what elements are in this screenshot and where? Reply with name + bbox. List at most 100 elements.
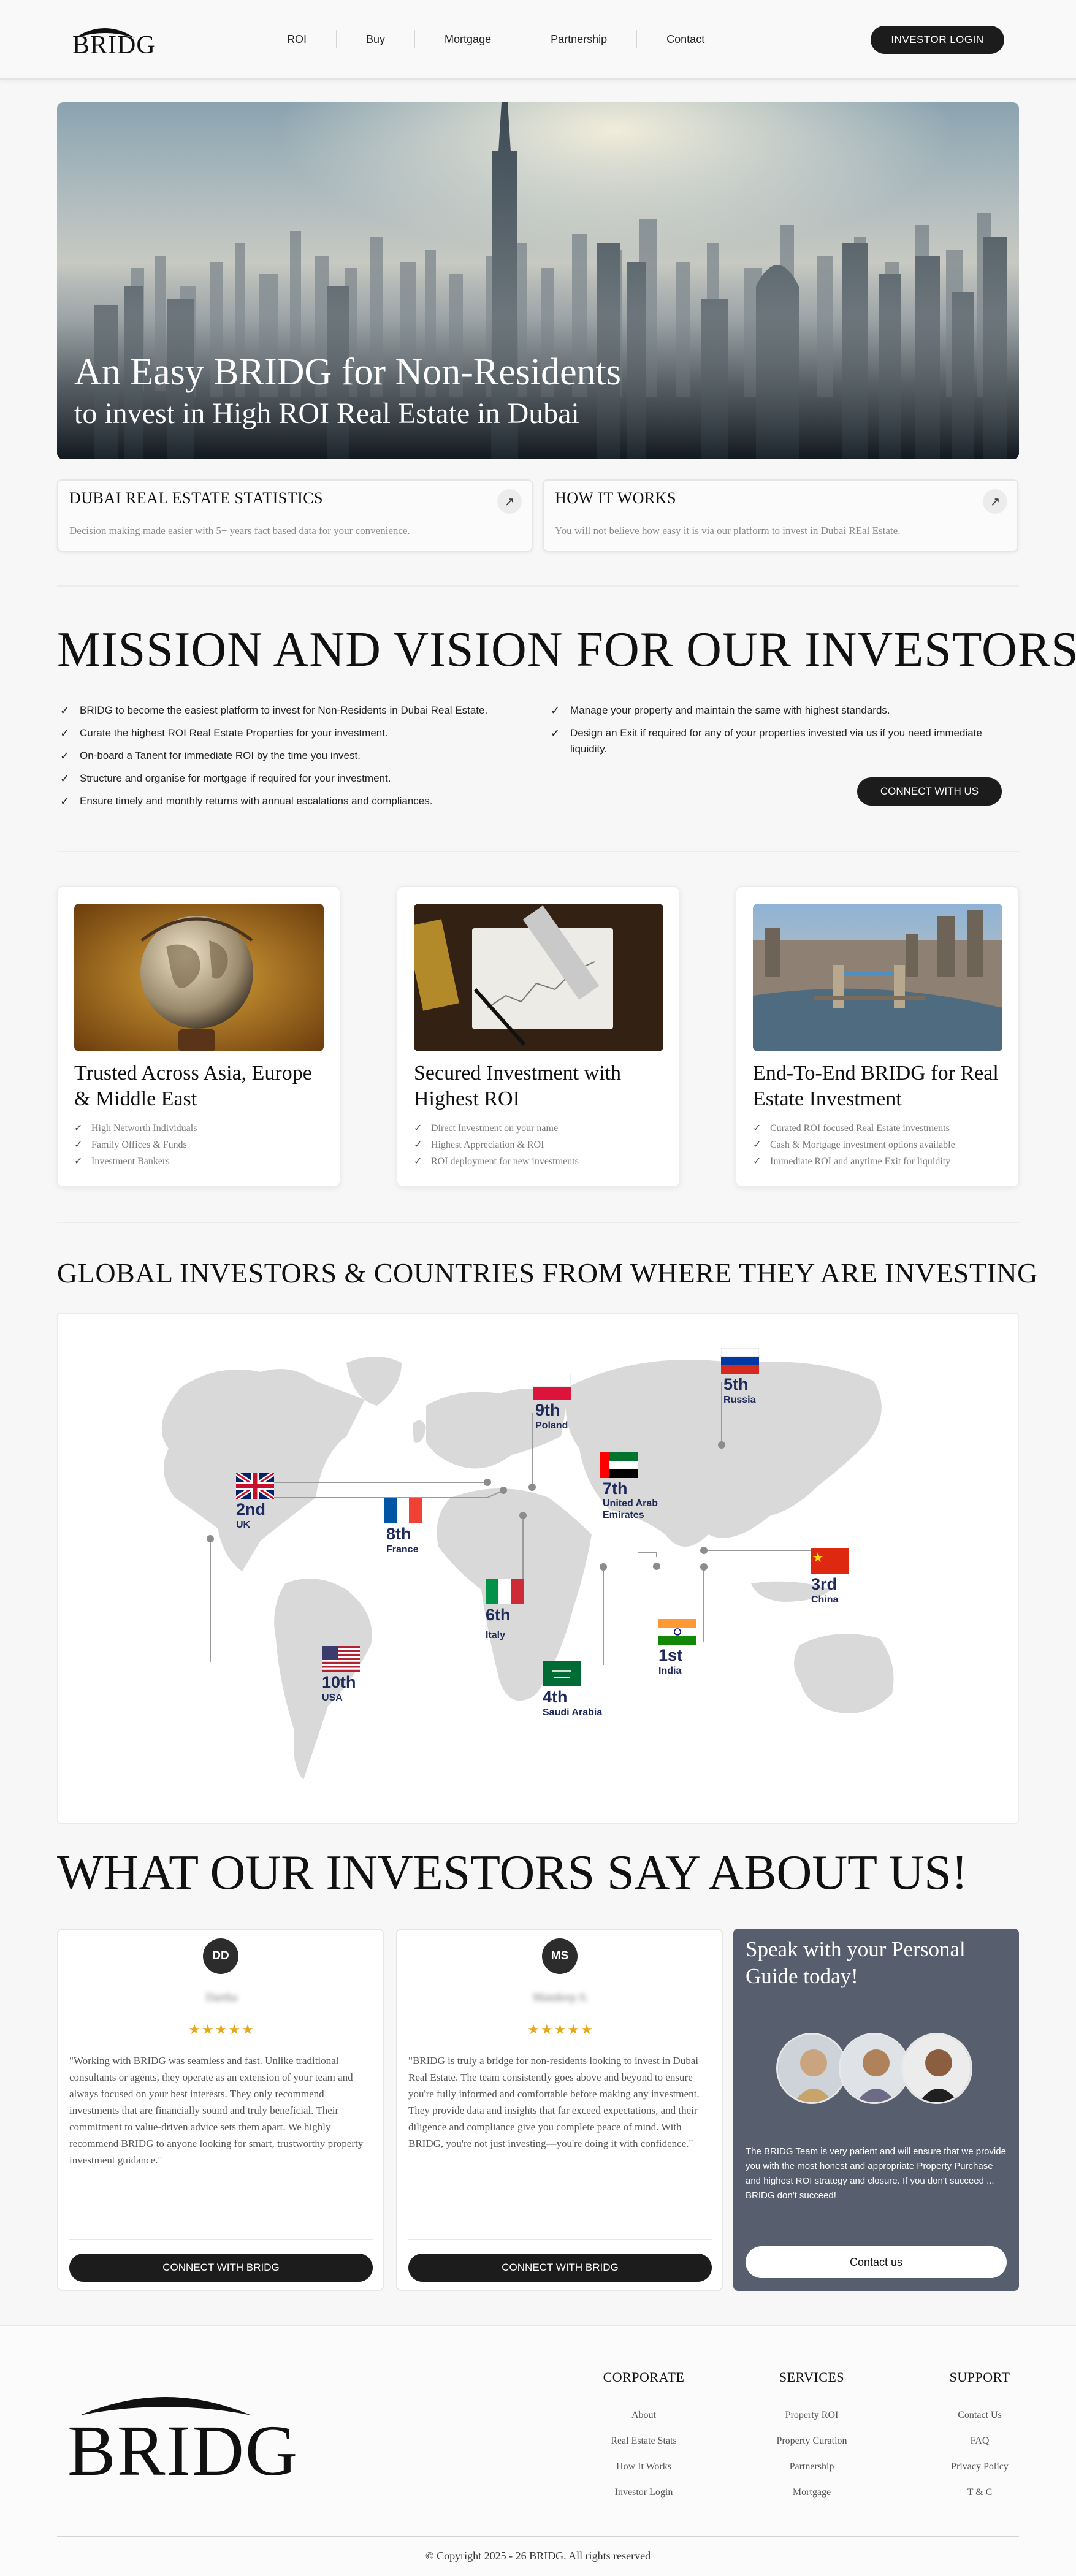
globe-image [74, 904, 324, 1051]
footer-link[interactable]: Mortgage [757, 2480, 867, 2506]
testimonials-heading: WHAT OUR INVESTORS SAY ABOUT US! [57, 1846, 968, 1900]
footer-link[interactable]: FAQ [925, 2428, 1035, 2454]
investor-login-button[interactable]: INVESTOR LOGIN [871, 26, 1004, 54]
list-item: ✓ On-board a Tanent for immediate ROI by … [60, 748, 526, 764]
india-flag-icon [658, 1619, 696, 1645]
check-icon: ✓ [60, 750, 70, 762]
list-item: ✓ Ensure timely and monthly returns with … [60, 793, 526, 809]
uae-flag-icon [600, 1452, 638, 1478]
rank-label: 7th [603, 1479, 628, 1498]
london-bridge-image [753, 904, 1002, 1051]
reviewer-name: Dartha [205, 1991, 238, 2004]
check-icon: ✓ [414, 1123, 422, 1134]
how-it-works-card[interactable]: HOW IT WORKS ↗ You will not believe how … [543, 479, 1018, 552]
connect-with-bridg-button[interactable]: CONNECT WITH BRIDG [408, 2254, 712, 2282]
list-item: ✓ Curated ROI focused Real Estate investm… [753, 1120, 955, 1137]
footer-logo[interactable]: BRIDG [67, 2385, 297, 2491]
check-icon: ✓ [414, 1156, 422, 1167]
nav-link-partnership[interactable]: Partnership [521, 33, 636, 46]
advisor-avatar [776, 2033, 847, 2104]
rank-label: 5th [723, 1375, 749, 1393]
footer-link[interactable]: How It Works [589, 2454, 699, 2480]
footer-link[interactable]: Real Estate Stats [589, 2428, 699, 2454]
feature-title: Secured Investment with Highest ROI [414, 1062, 622, 1110]
footer-link[interactable]: T & C [925, 2480, 1035, 2506]
guide-title: Speak with your Personal Guide today! [746, 1937, 966, 1988]
list-item: ✓ Immediate ROI and anytime Exit for liqu… [753, 1153, 955, 1170]
check-icon: ✓ [753, 1123, 761, 1134]
check-icon: ✓ [753, 1156, 761, 1167]
brand-logo[interactable]: BRIDG [71, 22, 155, 59]
footer-column-corporate: CORPORATE About Real Estate Stats How It… [589, 2369, 699, 2506]
footer: BRIDG CORPORATE About Real Estate Stats … [0, 2325, 1076, 2576]
how-it-works-subtitle: You will not believe how easy it is via … [555, 525, 901, 536]
list-item: ✓ Manage your property and maintain the s… [551, 703, 1017, 718]
nav-link-buy[interactable]: Buy [337, 33, 414, 46]
list-item: ✓ Cash & Mortgage investment options avai… [753, 1137, 955, 1153]
check-icon: ✓ [74, 1156, 83, 1167]
rank-label: 2nd [236, 1500, 266, 1519]
arrow-up-right-icon[interactable]: ↗ [983, 489, 1007, 514]
country-name: United Arab Emirates [603, 1498, 658, 1520]
list-item: ✓ Design an Exit if required for any of y… [551, 725, 1017, 757]
check-icon: ✓ [551, 727, 560, 739]
stats-card-subtitle: Decision making made easier with 5+ year… [69, 525, 410, 536]
list-item: ✓ BRIDG to become the easiest platform to… [60, 703, 526, 718]
list-item: ✓ Direct Investment on your name [414, 1120, 579, 1137]
list-item: ✓ Highest Appreciation & ROI [414, 1137, 579, 1153]
footer-link[interactable]: About [589, 2403, 699, 2428]
footer-link[interactable]: Property Curation [757, 2428, 867, 2454]
reviewer-name: Mandeep S. [533, 1991, 589, 2004]
list-item: ✓ High Networth Individuals [74, 1120, 197, 1137]
card-divider [69, 2239, 373, 2240]
testimonial-card: MS Mandeep S. ★★★★★ "BRIDG is truly a br… [396, 1929, 723, 2291]
footer-link[interactable]: Privacy Policy [925, 2454, 1035, 2480]
check-icon: ✓ [551, 704, 560, 717]
arrow-up-right-icon[interactable]: ↗ [497, 489, 522, 514]
footer-divider [57, 2536, 1019, 2537]
card-divider [408, 2239, 712, 2240]
advisor-avatar [901, 2033, 972, 2104]
top-navbar: BRIDG ROI Buy Mortgage Partnership Conta… [0, 0, 1076, 80]
copyright-text: © Copyright 2025 - 26 BRIDG. All rights … [425, 2550, 651, 2562]
connect-with-us-button[interactable]: CONNECT WITH US [857, 777, 1002, 806]
saudi-flag-icon [543, 1661, 581, 1686]
italy-flag-icon [486, 1579, 524, 1604]
france-flag-icon [384, 1498, 422, 1523]
nav-link-mortgage[interactable]: Mortgage [415, 33, 521, 46]
footer-link[interactable]: Partnership [757, 2454, 867, 2480]
country-name: Saudi Arabia [543, 1707, 603, 1718]
footer-link[interactable]: Property ROI [757, 2403, 867, 2428]
how-it-works-title: HOW IT WORKS [555, 489, 677, 507]
testimonial-card: DD Dartha ★★★★★ "Working with BRIDG was … [57, 1929, 384, 2291]
hero-title: An Easy BRIDG for Non-Residents [74, 351, 622, 393]
footer-link[interactable]: Investor Login [589, 2480, 699, 2506]
footer-heading: CORPORATE [603, 2369, 685, 2385]
advisor-avatar [839, 2033, 910, 2104]
footer-link[interactable]: Contact Us [925, 2403, 1035, 2428]
guide-description: The BRIDG Team is very patient and will … [746, 2146, 1006, 2201]
nav-link-contact[interactable]: Contact [637, 33, 734, 46]
mission-heading: MISSION AND VISION FOR OUR INVESTORS [57, 623, 1076, 677]
testimonial-quote: "BRIDG is truly a bridge for non-residen… [408, 2055, 700, 2149]
list-item: ✓ Investment Bankers [74, 1153, 197, 1170]
connect-with-bridg-button[interactable]: CONNECT WITH BRIDG [69, 2254, 373, 2282]
feature-card: Trusted Across Asia, Europe & Middle Eas… [57, 886, 340, 1187]
footer-column-support: SUPPORT Contact Us FAQ Privacy Policy T … [925, 2369, 1035, 2506]
feature-card: Secured Investment with Highest ROI ✓ Dir… [397, 886, 680, 1187]
country-name: USA [322, 1693, 343, 1703]
brand-logo-text: BRIDG [72, 31, 156, 59]
china-flag-icon [811, 1548, 849, 1574]
rank-label: 6th [486, 1606, 511, 1624]
russia-flag-icon [721, 1348, 759, 1374]
footer-heading: SERVICES [779, 2369, 845, 2385]
feature-list: ✓ High Networth Individuals ✓ Family Offic… [74, 1120, 197, 1170]
check-icon: ✓ [60, 772, 70, 785]
nav-link-roi[interactable]: ROI [258, 33, 336, 46]
global-investors-heading: GLOBAL INVESTORS & COUNTRIES FROM WHERE … [57, 1257, 1038, 1289]
contact-us-button[interactable]: Contact us [746, 2246, 1007, 2278]
desk-chart-image [414, 904, 663, 1051]
country-name: Italy [486, 1630, 506, 1640]
stats-card[interactable]: DUBAI REAL ESTATE STATISTICS ↗ Decision … [57, 479, 533, 552]
country-name: France [386, 1544, 419, 1555]
